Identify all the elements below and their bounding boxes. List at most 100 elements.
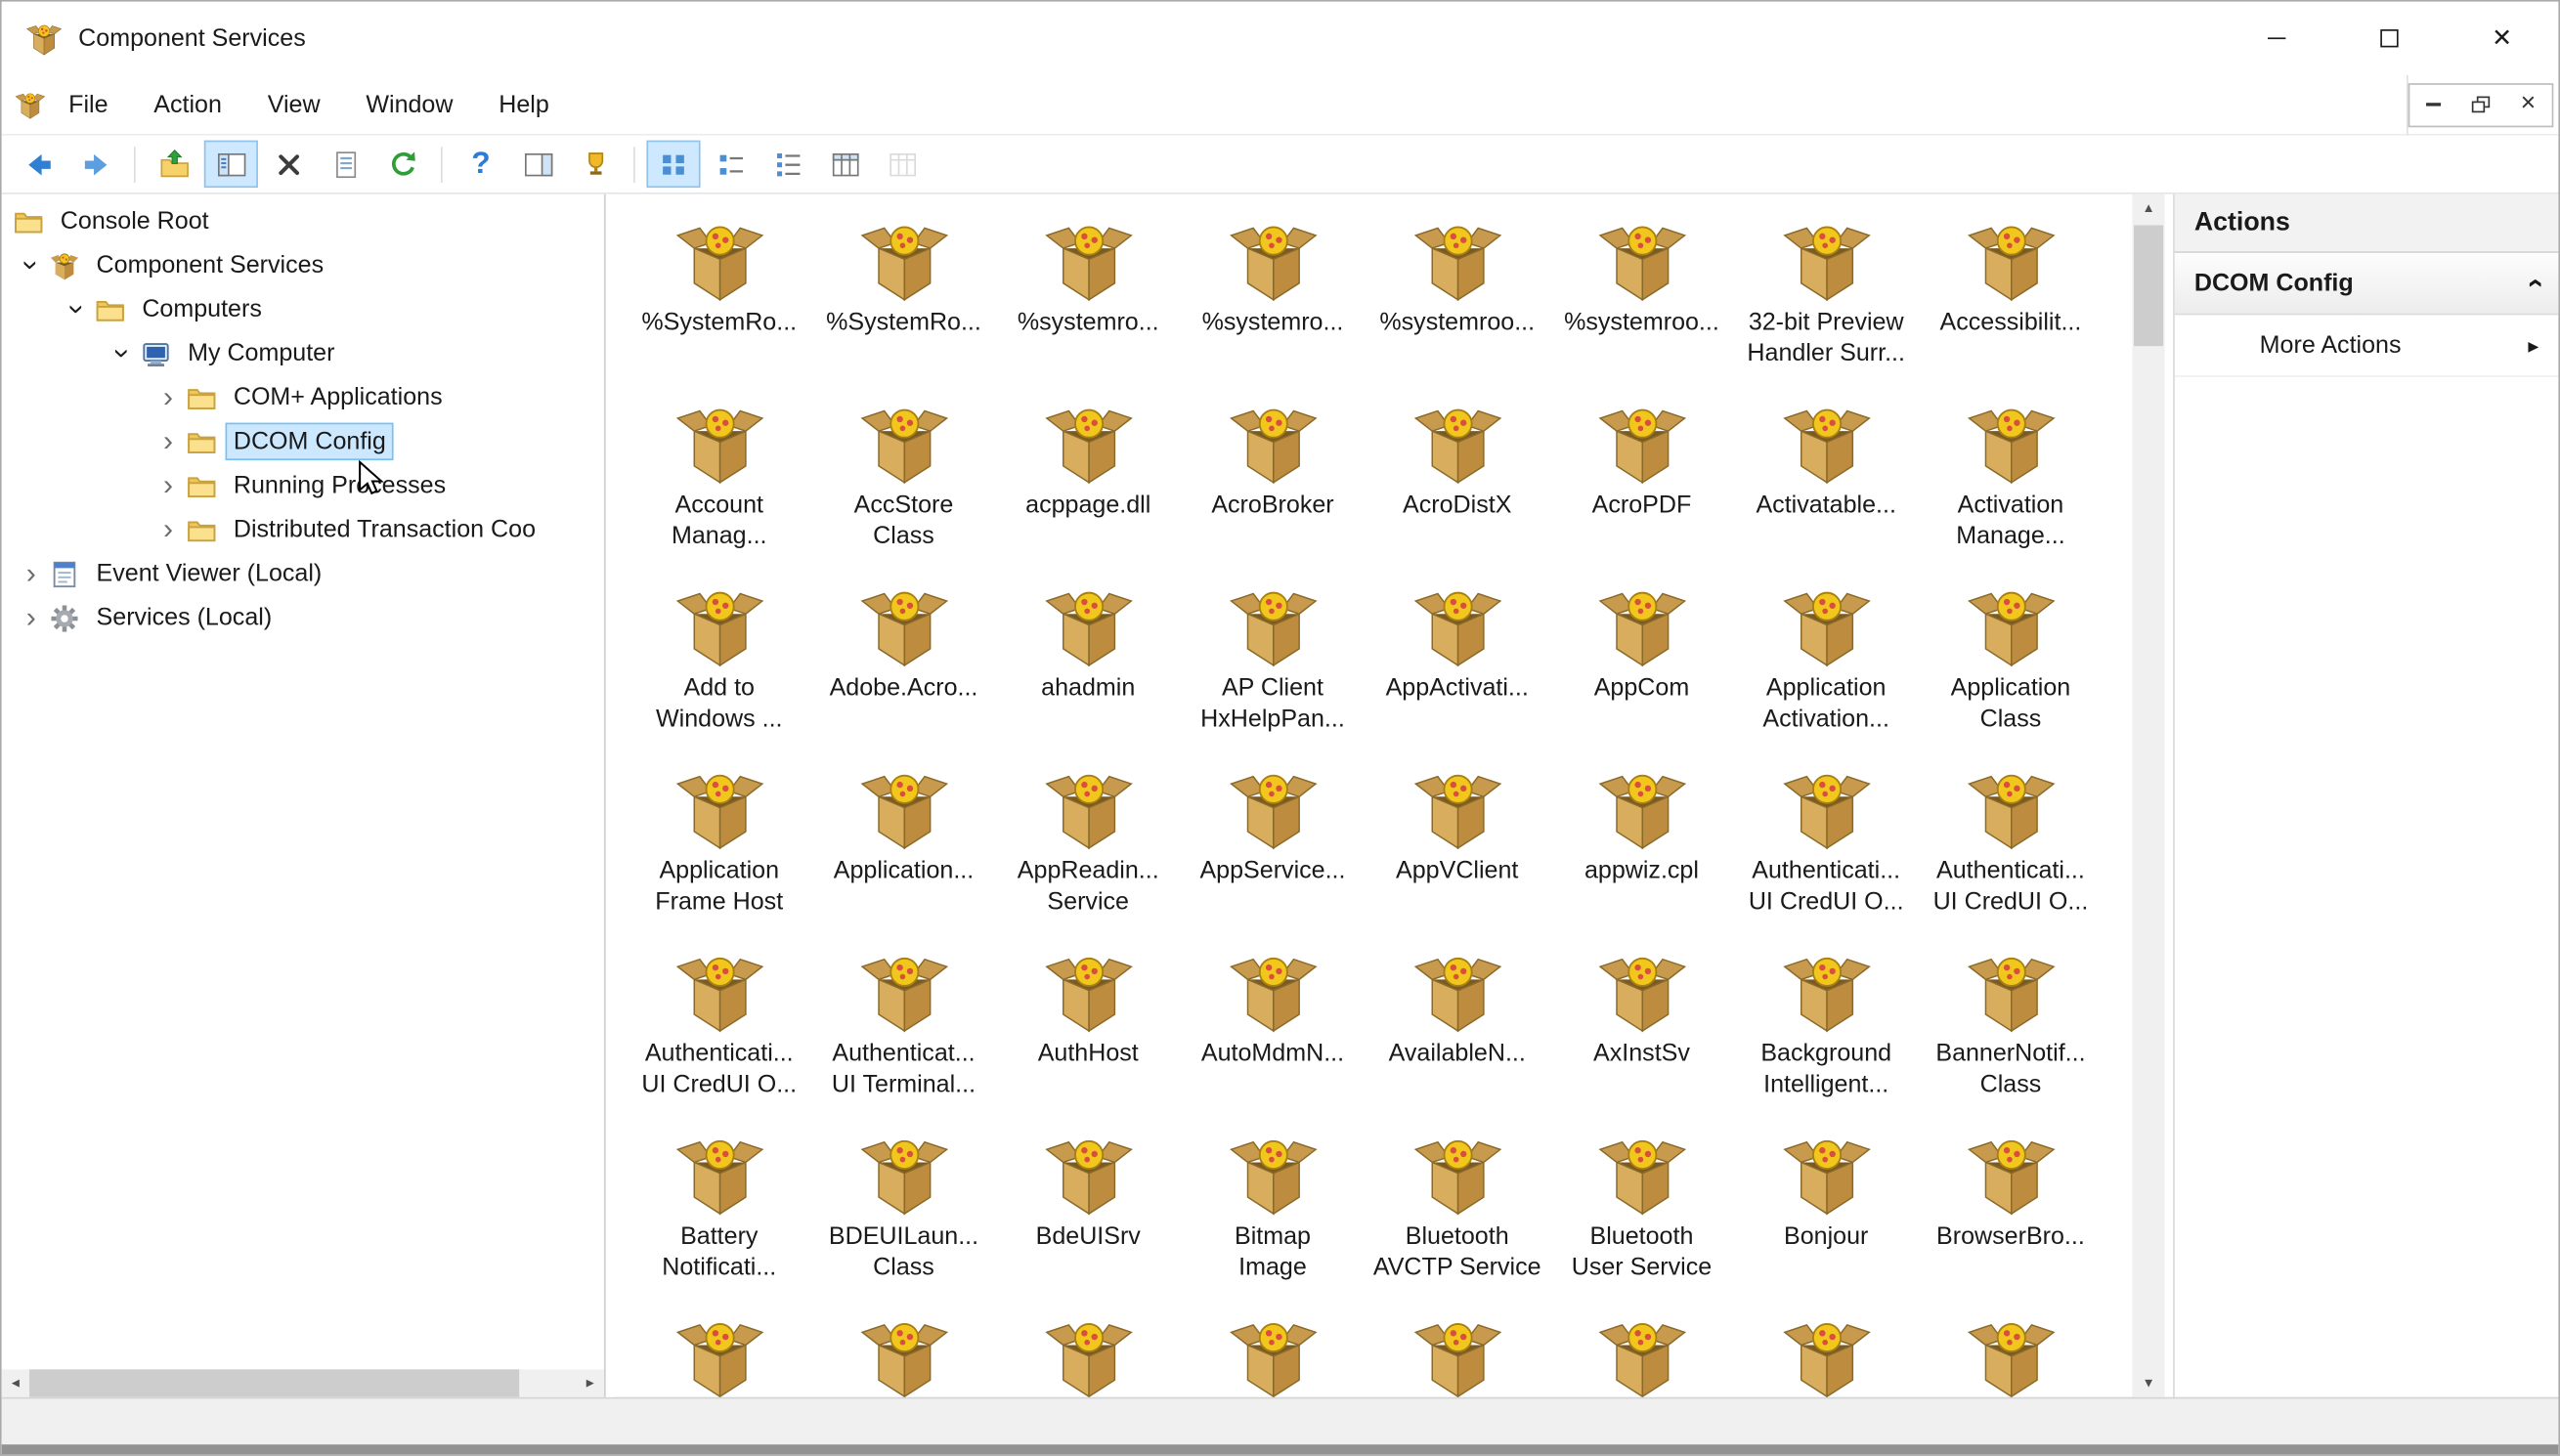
vertical-scrollbar[interactable]: ▲ ▼ [2132,193,2165,1397]
scroll-down-arrow-icon[interactable]: ▼ [2132,1369,2164,1396]
tree-item[interactable]: Computers [2,287,604,331]
dcom-item[interactable] [996,1307,1181,1397]
export-list-button[interactable] [568,141,622,188]
view-columns-button[interactable] [875,141,929,188]
dcom-item[interactable] [811,1307,996,1397]
tree-expander-icon[interactable] [152,463,184,507]
dcom-item[interactable]: AcroDistX [1365,394,1549,577]
tree-expander-icon[interactable] [61,287,93,331]
tree-horizontal-scrollbar[interactable]: ◄ ► [1,1369,605,1397]
dcom-item[interactable] [627,1307,811,1397]
tree-item[interactable]: Event Viewer (Local) [2,552,604,596]
menu-item[interactable]: View [244,75,343,134]
scrollbar-thumb[interactable] [2134,225,2164,347]
dcom-item[interactable] [1734,1307,1919,1397]
tree-item[interactable]: Services (Local) [2,596,604,640]
tree-item[interactable]: Running Processes [2,463,604,507]
dcom-item[interactable]: BannerNotif... Class [1919,942,2104,1125]
dcom-item[interactable]: AppVClient [1365,759,1549,942]
help-button[interactable]: ? [454,141,507,188]
dcom-item[interactable]: AccStore Class [811,394,996,577]
dcom-item[interactable]: AppActivati... [1365,577,1549,759]
tree-expander-icon[interactable] [15,552,47,596]
dcom-item[interactable]: 32-bit Preview Handler Surr... [1734,210,1919,393]
delete-button[interactable] [261,141,315,188]
tree-expander-icon[interactable] [152,507,184,551]
dcom-item[interactable]: AuthHost [996,942,1181,1125]
dcom-item[interactable]: AvailableN... [1365,942,1549,1125]
dcom-item[interactable]: %systemroo... [1365,210,1549,393]
dcom-item[interactable]: AcroBroker [1181,394,1366,577]
dcom-item[interactable]: Authenticati... UI CredUI O... [1919,759,2104,942]
tree-item[interactable]: My Computer [2,331,604,375]
menu-item[interactable]: Help [476,75,572,134]
dcom-item[interactable]: Application... [811,759,996,942]
mdi-close-button[interactable]: × [2504,84,2551,125]
view-list-button[interactable] [760,141,814,188]
tree-item[interactable]: Component Services [2,243,604,287]
dcom-item[interactable]: Account Manag... [627,394,811,577]
tree-item[interactable]: Distributed Transaction Coo [2,507,604,551]
tree-expander-icon[interactable] [152,419,184,463]
dcom-item[interactable]: Battery Notificati... [627,1125,811,1307]
tree-item[interactable]: DCOM Config [2,419,604,463]
more-actions-item[interactable]: More Actions ▸ [2174,315,2559,377]
mdi-restore-button[interactable] [2457,84,2504,125]
menu-item[interactable]: Action [131,75,244,134]
tree-expander-icon[interactable] [15,243,47,287]
dcom-item[interactable]: AxInstSv [1549,942,1734,1125]
collapse-chevron-icon[interactable]: › [2517,278,2551,288]
dcom-item[interactable]: Background Intelligent... [1734,942,1919,1125]
maximize-button[interactable] [2333,2,2446,75]
close-button[interactable]: ✕ [2446,2,2558,75]
dcom-item[interactable]: Add to Windows ... [627,577,811,759]
forward-button[interactable] [68,141,122,188]
dcom-item[interactable]: AutoMdmN... [1181,942,1366,1125]
dcom-item[interactable]: AppReadin... Service [996,759,1181,942]
refresh-button[interactable] [375,141,429,188]
dcom-item[interactable] [1919,1307,2104,1397]
dcom-item[interactable]: %SystemRo... [811,210,996,393]
mdi-minimize-button[interactable] [2409,84,2456,125]
dcom-item[interactable]: %systemro... [1181,210,1366,393]
dcom-item[interactable]: Activatable... [1734,394,1919,577]
dcom-item[interactable]: acppage.dll [996,394,1181,577]
minimize-button[interactable] [2221,2,2333,75]
scrollbar-thumb[interactable] [29,1369,520,1397]
properties-button[interactable] [319,141,372,188]
tree-expander-icon[interactable] [15,596,47,640]
dcom-item[interactable]: Bonjour [1734,1125,1919,1307]
actions-group-header[interactable]: DCOM Config › [2174,252,2559,316]
dcom-item[interactable]: appwiz.cpl [1549,759,1734,942]
dcom-item[interactable]: BdeUISrv [996,1125,1181,1307]
dcom-item[interactable]: Bluetooth AVCTP Service [1365,1125,1549,1307]
dcom-item[interactable]: AppService... [1181,759,1366,942]
tree-expander-icon[interactable] [152,375,184,419]
scroll-right-arrow-icon[interactable]: ► [577,1369,604,1396]
scroll-left-arrow-icon[interactable]: ◄ [2,1369,29,1396]
tree-item[interactable]: Console Root [2,199,604,243]
dcom-item[interactable]: Bitmap Image [1181,1125,1366,1307]
dcom-item[interactable]: Authenticati... UI CredUI O... [1734,759,1919,942]
view-details-button[interactable] [818,141,872,188]
dcom-item[interactable]: Activation Manage... [1919,394,2104,577]
dcom-item[interactable]: Authenticati... UI CredUI O... [627,942,811,1125]
dcom-item[interactable]: BrowserBro... [1919,1125,2104,1307]
menu-item[interactable]: File [46,75,131,134]
dcom-item[interactable]: Application Activation... [1734,577,1919,759]
scrollbar-track[interactable] [29,1369,577,1397]
scroll-up-arrow-icon[interactable]: ▲ [2132,194,2164,222]
dcom-item[interactable]: AcroPDF [1549,394,1734,577]
dcom-item[interactable]: Application Class [1919,577,2104,759]
dcom-item[interactable]: ahadmin [996,577,1181,759]
dcom-item[interactable]: AppCom [1549,577,1734,759]
dcom-item[interactable]: AP Client HxHelpPan... [1181,577,1366,759]
view-large-icons-button[interactable] [646,140,701,189]
dcom-item[interactable]: %systemro... [996,210,1181,393]
dcom-item[interactable] [1181,1307,1366,1397]
tree-expander-icon[interactable] [107,331,139,375]
up-one-level-button[interactable] [147,141,200,188]
show-hide-console-tree-button[interactable] [203,140,258,189]
dcom-item[interactable]: BDEUILaun... Class [811,1125,996,1307]
dcom-item[interactable] [1365,1307,1549,1397]
